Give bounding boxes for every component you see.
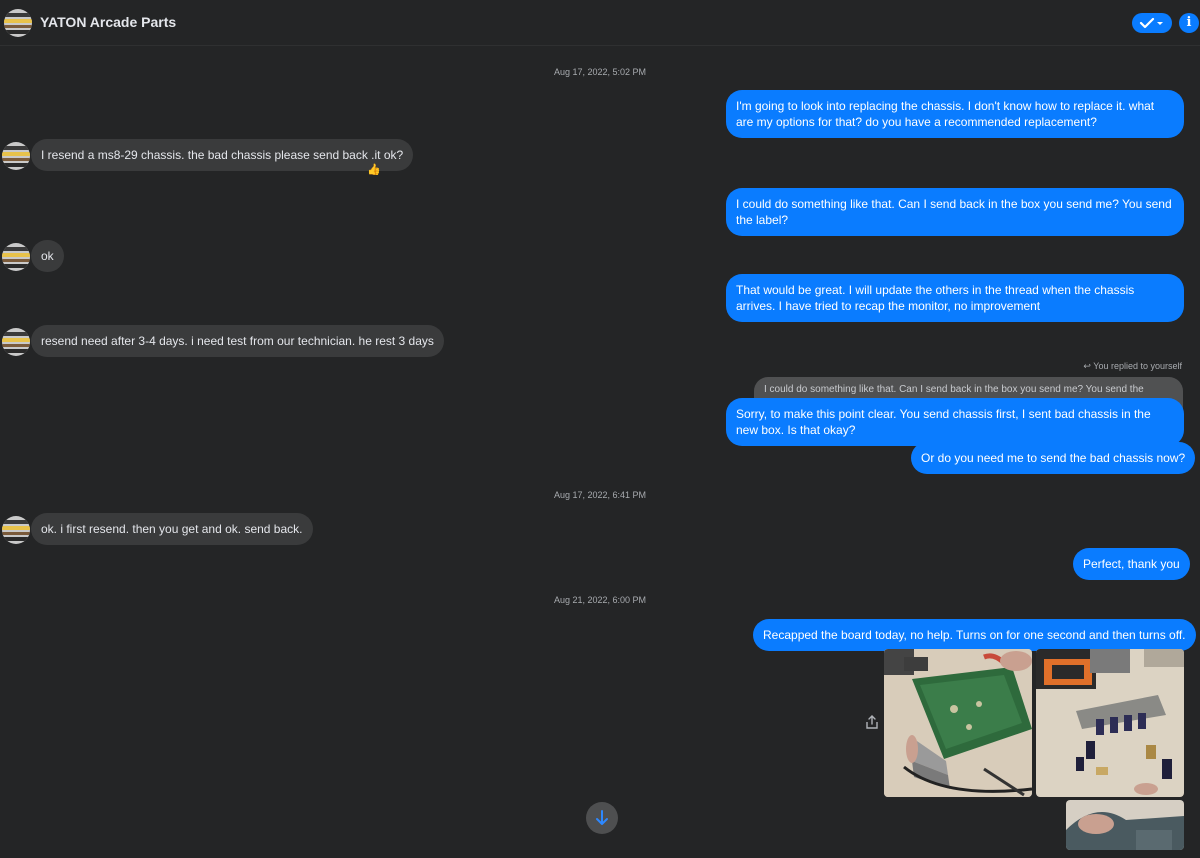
reply-indicator: ↩ You replied to yourself (900, 361, 1182, 372)
message-outgoing[interactable]: That would be great. I will update the o… (726, 274, 1184, 322)
message-incoming[interactable]: ok. i first resend. then you get and ok.… (31, 513, 313, 545)
info-button[interactable]: i (1179, 13, 1199, 33)
scroll-to-bottom-button[interactable] (586, 802, 618, 834)
arrow-down-icon (596, 810, 608, 825)
photo-circuit-board[interactable] (884, 649, 1032, 797)
reply-arrow-icon: ↩ (1083, 361, 1091, 371)
share-icon[interactable] (864, 714, 880, 730)
message-outgoing[interactable]: Perfect, thank you (1073, 548, 1190, 580)
conversation-header: YATON Arcade Parts i (0, 0, 1200, 46)
check-dropdown-button[interactable] (1132, 13, 1172, 33)
contact-avatar[interactable] (2, 142, 30, 170)
timestamp-divider: Aug 17, 2022, 5:02 PM (553, 67, 647, 77)
contact-avatar[interactable] (2, 243, 30, 271)
check-dropdown-icon (1139, 17, 1163, 29)
message-outgoing[interactable]: I could do something like that. Can I se… (726, 188, 1184, 236)
reply-label: You replied to yourself (1093, 361, 1182, 371)
info-icon: i (1186, 15, 1192, 30)
timestamp-divider: Aug 17, 2022, 6:41 PM (553, 490, 647, 500)
contact-avatar[interactable] (2, 516, 30, 544)
contact-avatar[interactable] (4, 9, 32, 37)
message-incoming[interactable]: resend need after 3-4 days. i need test … (31, 325, 444, 357)
contact-name[interactable]: YATON Arcade Parts (40, 14, 176, 30)
message-outgoing[interactable]: Sorry, to make this point clear. You sen… (726, 398, 1184, 446)
timestamp-divider: Aug 21, 2022, 6:00 PM (553, 595, 647, 605)
thumbs-up-reaction-icon[interactable]: 👍 (367, 163, 381, 176)
photo-capacitors-desoldering[interactable] (1036, 649, 1184, 797)
message-incoming[interactable]: ok (31, 240, 64, 272)
photo-workbench[interactable] (1066, 800, 1184, 850)
message-incoming[interactable]: I resend a ms8-29 chassis. the bad chass… (31, 139, 414, 171)
message-outgoing[interactable]: I'm going to look into replacing the cha… (726, 90, 1184, 138)
message-outgoing[interactable]: Recapped the board today, no help. Turns… (753, 619, 1196, 651)
message-outgoing[interactable]: Or do you need me to send the bad chassi… (911, 442, 1196, 474)
contact-avatar[interactable] (2, 328, 30, 356)
